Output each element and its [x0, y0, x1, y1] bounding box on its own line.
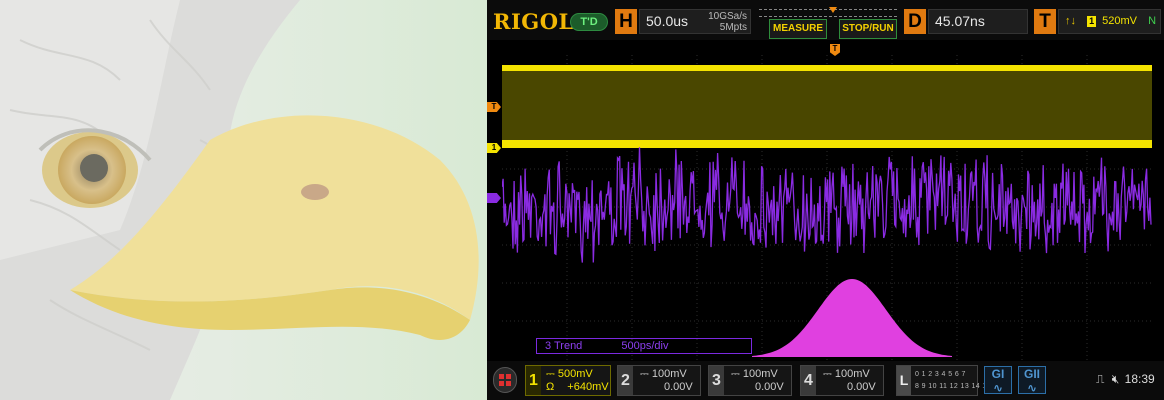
channel-1-top-edge	[502, 65, 1152, 71]
channel-4-scale: 100mV	[834, 368, 870, 380]
waveform-display[interactable]	[501, 55, 1152, 360]
trigger-label[interactable]: T	[1034, 9, 1056, 34]
channel-3-scale: 100mV	[742, 368, 778, 380]
sine-wave-icon: ∿	[1026, 381, 1038, 395]
channel-1-scale-row: ⎓ 500mV	[546, 368, 593, 381]
la-bits-low: 0 1 2 3 4 5 6 7	[915, 371, 966, 378]
channel-1-number: 1	[526, 366, 541, 395]
trigger-slope-icon: ↑↓	[1065, 15, 1076, 27]
app-menu-button[interactable]	[493, 367, 517, 393]
channel-3-number: 3	[709, 366, 724, 395]
generator-2-label: GII	[1023, 367, 1040, 381]
channel-4-scale-row: ⎓ 100mV	[823, 368, 870, 381]
sine-wave-icon: ∿	[992, 381, 1004, 395]
delay-label[interactable]: D	[904, 9, 926, 34]
system-status: ⎍ 🔇︎ 18:39	[1096, 372, 1155, 387]
channel-2-number: 2	[618, 366, 633, 395]
channel-3-scale-row: ⎓ 100mV	[731, 368, 778, 381]
oscilloscope-screen: RIGOL T'D H 50.0us 10GSa/s 5Mpts MEASURE…	[487, 0, 1164, 400]
channel-3-offset: 0.00V	[755, 381, 784, 393]
trend-name: 3 Trend	[545, 340, 583, 352]
channel-1-marker[interactable]: 1	[487, 143, 501, 153]
channel-2-panel[interactable]: 2 ⎓ 100mV 0.00V	[617, 365, 701, 396]
waveform-canvas	[501, 55, 1152, 360]
brand-logo: RIGOL	[493, 9, 574, 34]
dc-coupling-icon: ⎓	[731, 368, 740, 380]
generator-1-button[interactable]: GI ∿	[984, 366, 1012, 395]
logic-analyzer-label: L	[897, 366, 911, 395]
top-status-bar: RIGOL T'D H 50.0us 10GSa/s 5Mpts MEASURE…	[487, 0, 1164, 40]
run-mode-badge[interactable]: T'D	[570, 13, 608, 31]
delay-field[interactable]: 45.07ns	[928, 9, 1028, 34]
channel-1-offset-row: Ω +640mV	[546, 381, 609, 393]
channel-1-offset: +640mV	[567, 381, 609, 393]
acquisition-info: 10GSa/s 5Mpts	[697, 11, 747, 33]
horizontal-label[interactable]: H	[615, 9, 637, 34]
generator-2-button[interactable]: GII ∿	[1018, 366, 1046, 395]
stop-run-button[interactable]: STOP/RUN	[839, 19, 897, 39]
speaker-mute-icon[interactable]: 🔇︎	[1112, 372, 1120, 386]
dc-coupling-icon: ⎓	[640, 368, 649, 380]
channel-4-number: 4	[801, 366, 816, 395]
dc-coupling-icon: ⎓	[546, 368, 555, 380]
trend-marker[interactable]	[487, 193, 501, 203]
impedance-icon: Ω	[546, 381, 555, 393]
jitter-histogram	[752, 279, 952, 357]
channel-2-offset: 0.00V	[664, 381, 693, 393]
trend-scale: 500ps/div	[621, 340, 669, 352]
bottom-channel-bar: 1 ⎓ 500mV Ω +640mV 2 ⎓ 100mV 0.00V 3 ⎓ 1…	[487, 361, 1164, 400]
trigger-level-marker[interactable]: T	[487, 102, 501, 112]
timebase-value: 50.0us	[646, 13, 689, 29]
channel-1-envelope	[502, 67, 1152, 147]
eagle-photo	[0, 0, 487, 400]
channel-1-scale: 500mV	[557, 368, 593, 380]
trigger-field[interactable]: ↑↓ 1 520mV N	[1058, 9, 1161, 34]
channel-3-panel[interactable]: 3 ⎓ 100mV 0.00V	[708, 365, 792, 396]
channel-4-panel[interactable]: 4 ⎓ 100mV 0.00V	[800, 365, 884, 396]
waveform-position-indicator	[759, 9, 897, 17]
channel-1-panel[interactable]: 1 ⎓ 500mV Ω +640mV	[525, 365, 611, 396]
trigger-level: 520mV	[1102, 15, 1137, 27]
dc-coupling-icon: ⎓	[823, 368, 832, 380]
trigger-source: 1	[1087, 16, 1097, 27]
clock: 18:39	[1124, 372, 1155, 386]
channel-2-scale: 100mV	[651, 368, 687, 380]
usb-icon[interactable]: ⎍	[1096, 372, 1104, 386]
trigger-mode: N	[1148, 15, 1157, 27]
channel-4-offset: 0.00V	[847, 381, 876, 393]
trigger-position-flag	[829, 7, 837, 13]
generator-1-label: GI	[991, 367, 1005, 381]
sample-rate: 10GSa/s	[708, 11, 747, 22]
channel-1-bottom-edge	[502, 140, 1152, 148]
memory-depth: 5Mpts	[719, 22, 747, 33]
measure-button[interactable]: MEASURE	[769, 19, 827, 39]
logic-analyzer-panel[interactable]: L 0 1 2 3 4 5 6 7 8 9 10 11 12 13 14 15	[896, 365, 991, 396]
delay-value: 45.07ns	[935, 13, 985, 29]
trend-label-box: 3 Trend 500ps/div	[536, 338, 752, 354]
channel-2-scale-row: ⎓ 100mV	[640, 368, 687, 381]
eagle-illustration	[0, 0, 479, 400]
la-bits-high: 8 9 10 11 12 13 14 15	[915, 383, 991, 390]
